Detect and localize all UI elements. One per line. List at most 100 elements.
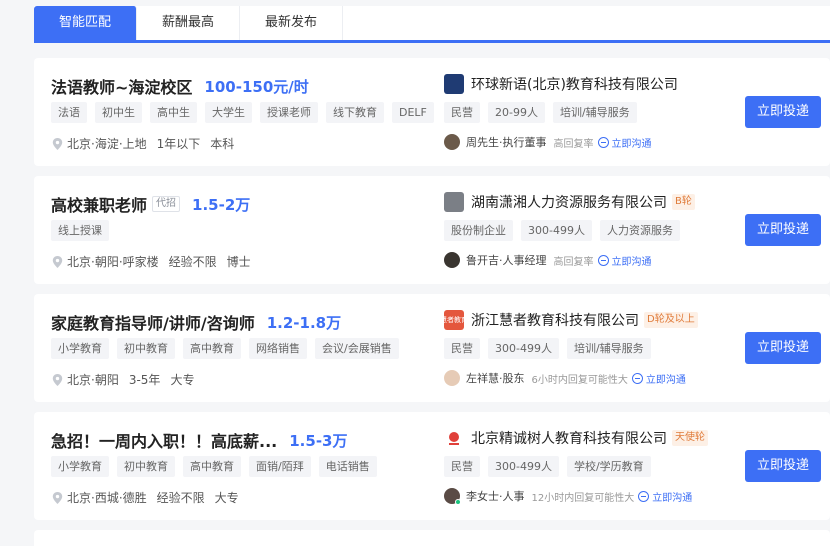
job-experience: 3-5年 — [128, 373, 161, 387]
apply-button[interactable]: 立即投递 — [745, 96, 821, 128]
job-title[interactable]: 急招！一周内入职！！高底薪... — [51, 428, 277, 452]
avatar — [444, 134, 460, 150]
company-tag: 人力资源服务 — [599, 220, 680, 241]
tab-latest[interactable]: 最新发布 — [240, 6, 343, 40]
tab-smart-match[interactable]: 智能匹配 — [34, 6, 137, 40]
company-tag: 20-99人 — [488, 102, 545, 123]
apply-button[interactable]: 立即投递 — [745, 450, 821, 482]
online-status-icon — [455, 499, 461, 505]
job-card[interactable] — [34, 530, 830, 546]
company-logo: 慧者教育 — [440, 310, 468, 330]
job-card[interactable]: 高校兼职老师 代招 1.5-2万 线上授课 北京·朝阳·呼家楼 经验不限 博士 … — [34, 176, 830, 284]
funding-badge: B轮 — [672, 194, 695, 210]
agency-badge: 代招 — [152, 196, 181, 212]
location-pin-icon — [52, 491, 63, 504]
job-title[interactable]: 家庭教育指导师/讲师/咨询师 — [51, 310, 255, 334]
company-row: 北京精诚树人教育科技有限公司 天使轮 — [444, 428, 708, 448]
job-meta: 北京·海淀·上地 1年以下 本科 — [52, 135, 234, 152]
job-experience: 1年以下 — [156, 137, 201, 151]
location-pin-icon — [52, 373, 63, 386]
company-logo — [444, 74, 464, 94]
tab-highest-salary[interactable]: 薪酬最高 — [137, 6, 240, 40]
company-name[interactable]: 湖南潇湘人力资源服务有限公司 — [471, 192, 667, 212]
recruiter-row: 鲁开吉·人事经理 高回复率 立即沟通 — [444, 252, 652, 268]
chat-label: 立即沟通 — [611, 256, 652, 268]
reply-hint: 高回复率 — [553, 138, 594, 150]
job-title[interactable]: 高校兼职老师 — [51, 192, 147, 216]
company-tags: 股份制企业 300-499人 人力资源服务 — [444, 220, 688, 241]
location-pin-icon — [52, 137, 63, 150]
company-tag: 300-499人 — [488, 338, 559, 359]
chat-label: 立即沟通 — [652, 492, 693, 504]
job-tag: 高中教育 — [183, 456, 241, 477]
job-meta: 北京·朝阳·呼家楼 经验不限 博士 — [52, 253, 251, 270]
chat-link[interactable]: 立即沟通 — [597, 135, 652, 150]
company-name[interactable]: 环球新语(北京)教育科技有限公司 — [471, 74, 678, 94]
recruiter-name: 周先生·执行董事 — [466, 136, 547, 149]
job-tag: 网络销售 — [249, 338, 307, 359]
job-tags: 线上授课 — [51, 220, 117, 241]
salary: 1.2-1.8万 — [266, 313, 342, 332]
chat-icon — [597, 136, 609, 148]
company-tag: 学校/学历教育 — [566, 456, 651, 477]
job-location: 北京·海淀·上地 — [67, 137, 147, 151]
avatar — [444, 370, 460, 386]
job-tag: 高中生 — [150, 102, 197, 123]
recruiter-name: 李女士·人事 — [466, 490, 525, 503]
job-title[interactable]: 法语教师~海淀校区 — [51, 74, 192, 98]
job-meta: 北京·朝阳 3-5年 大专 — [52, 371, 194, 388]
job-location: 北京·朝阳 — [67, 373, 119, 387]
job-tag: 初中教育 — [117, 338, 175, 359]
recruiter-row: 周先生·执行董事 高回复率 立即沟通 — [444, 134, 652, 150]
salary: 1.5-3万 — [289, 431, 348, 450]
salary: 100-150元/时 — [204, 77, 309, 96]
salary: 1.5-2万 — [192, 195, 251, 214]
job-tag: 小学教育 — [51, 456, 109, 477]
job-title-row: 法语教师~海淀校区 100-150元/时 — [51, 74, 309, 98]
job-tag: 高中教育 — [183, 338, 241, 359]
job-tags: 法语 初中生 高中生 大学生 授课老师 线下教育 DELF — [51, 102, 442, 123]
job-education: 大专 — [214, 491, 239, 505]
job-card[interactable]: 法语教师~海淀校区 100-150元/时 法语 初中生 高中生 大学生 授课老师… — [34, 58, 830, 166]
recruiter-row: 左祥慧·股东 6小时内回复可能性大 立即沟通 — [444, 370, 686, 386]
avatar — [444, 488, 461, 505]
apply-button[interactable]: 立即投递 — [745, 332, 821, 364]
company-logo — [444, 428, 464, 448]
chat-link[interactable]: 立即沟通 — [597, 253, 652, 268]
job-card[interactable]: 家庭教育指导师/讲师/咨询师 1.2-1.8万 小学教育 初中教育 高中教育 网… — [34, 294, 830, 402]
location-pin-icon — [52, 255, 63, 268]
job-tags: 小学教育 初中教育 高中教育 网络销售 会议/会展销售 — [51, 338, 407, 359]
job-meta: 北京·西城·德胜 经验不限 大专 — [52, 489, 239, 506]
job-tags: 小学教育 初中教育 高中教育 面销/陌拜 电话销售 — [51, 456, 385, 477]
company-logo — [444, 192, 464, 212]
funding-badge: D轮及以上 — [644, 312, 698, 328]
job-card[interactable]: 急招！一周内入职！！高底薪... 1.5-3万 小学教育 初中教育 高中教育 面… — [34, 412, 830, 520]
recruiter-name: 左祥慧·股东 — [466, 372, 525, 385]
apply-button[interactable]: 立即投递 — [745, 214, 821, 246]
chat-link[interactable]: 立即沟通 — [638, 489, 692, 504]
job-tag: 初中生 — [95, 102, 142, 123]
job-title-row: 家庭教育指导师/讲师/咨询师 1.2-1.8万 — [51, 310, 341, 334]
job-location: 北京·西城·德胜 — [67, 491, 147, 505]
company-name[interactable]: 北京精诚树人教育科技有限公司 — [471, 428, 667, 448]
company-tag: 股份制企业 — [444, 220, 513, 241]
company-tag: 培训/辅导服务 — [552, 102, 637, 123]
job-education: 大专 — [170, 373, 195, 387]
chat-link[interactable]: 立即沟通 — [631, 371, 686, 386]
job-tag: 法语 — [51, 102, 87, 123]
job-sort-tabs: 智能匹配 薪酬最高 最新发布 — [34, 6, 830, 43]
company-tag: 300-499人 — [521, 220, 592, 241]
company-name[interactable]: 浙江慧者教育科技有限公司 — [471, 310, 639, 330]
avatar — [444, 252, 460, 268]
reply-hint: 高回复率 — [553, 256, 594, 268]
job-tag: 小学教育 — [51, 338, 109, 359]
job-title-row: 急招！一周内入职！！高底薪... 1.5-3万 — [51, 428, 348, 452]
job-tag: DELF — [392, 102, 434, 123]
job-tag: 面销/陌拜 — [249, 456, 311, 477]
chat-label: 立即沟通 — [611, 138, 652, 150]
job-experience: 经验不限 — [168, 255, 217, 269]
company-tag: 民营 — [444, 456, 480, 477]
job-experience: 经验不限 — [156, 491, 205, 505]
company-row: 湖南潇湘人力资源服务有限公司 B轮 — [444, 192, 695, 212]
job-tag: 线上授课 — [51, 220, 109, 241]
